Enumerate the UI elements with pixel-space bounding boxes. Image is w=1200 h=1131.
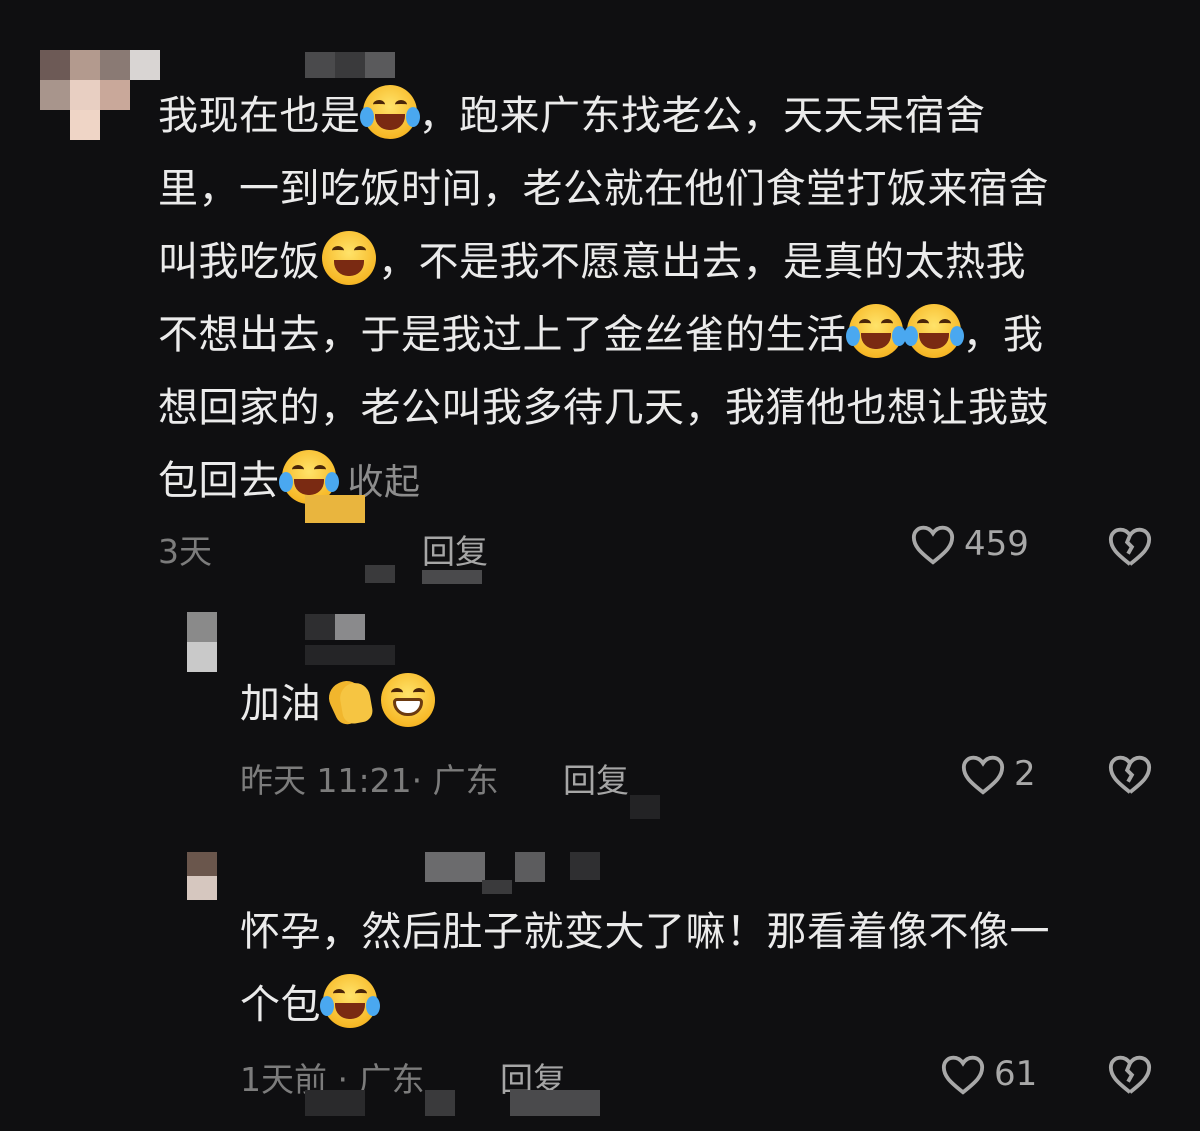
blur-patch	[305, 495, 365, 523]
dislike-button[interactable]	[1107, 524, 1153, 568]
heart-outline-icon	[961, 755, 1005, 795]
avatar[interactable]	[187, 852, 217, 900]
loudly-crying-face-emoji	[903, 304, 964, 358]
dislike-button[interactable]	[1107, 1052, 1153, 1096]
avatar[interactable]	[187, 612, 217, 672]
like-button[interactable]: 61	[940, 1052, 1037, 1096]
broken-heart-icon	[1108, 755, 1152, 794]
clapping-hands-emoji	[323, 673, 377, 727]
blur-patch	[365, 565, 395, 583]
like-count: 61	[994, 1054, 1038, 1094]
face-with-tears-of-joy-emoji	[359, 85, 420, 139]
comment-meta: 3天	[158, 532, 212, 571]
blur-patch	[305, 645, 395, 665]
blur-patch	[422, 570, 482, 584]
dislike-button[interactable]	[1107, 752, 1153, 796]
like-count: 2	[1014, 754, 1036, 794]
username-blurred[interactable]	[425, 852, 545, 882]
blur-patch	[630, 795, 660, 819]
comment-text: 怀孕，然后肚子就变大了嘛！那看着像不像一 个包	[240, 909, 1050, 1028]
blur-patch	[425, 1090, 455, 1116]
reply-button[interactable]: 回复	[563, 754, 629, 802]
heart-outline-icon	[941, 1055, 985, 1095]
like-button[interactable]: 2	[960, 752, 1036, 796]
grinning-face-emoji	[381, 673, 435, 727]
loudly-crying-face-emoji	[322, 231, 376, 285]
broken-heart-icon	[1108, 1055, 1152, 1094]
heart-outline-icon	[911, 525, 955, 565]
comment-meta: 昨天 11:21· 广东	[240, 761, 499, 800]
blur-patch	[482, 880, 512, 894]
face-with-tears-of-joy-emoji	[320, 974, 380, 1028]
blur-patch	[570, 852, 600, 880]
comment-text: 我现在也是 ，跑来广东找老公，天天呆宿舍 里，一到吃饭时间，老公就在他们食堂打饭来…	[158, 80, 1158, 519]
username-blurred[interactable]	[305, 614, 365, 640]
broken-heart-icon	[1108, 527, 1152, 566]
like-count: 459	[964, 524, 1029, 564]
username-blurred[interactable]	[305, 52, 395, 78]
blur-patch	[305, 1090, 365, 1116]
reply-button[interactable]: 回复	[422, 525, 488, 573]
loudly-crying-face-emoji	[845, 304, 906, 358]
avatar[interactable]	[40, 50, 160, 140]
blur-patch	[510, 1090, 600, 1116]
like-button[interactable]: 459	[910, 522, 1029, 566]
comment-text: 加油	[240, 668, 437, 741]
